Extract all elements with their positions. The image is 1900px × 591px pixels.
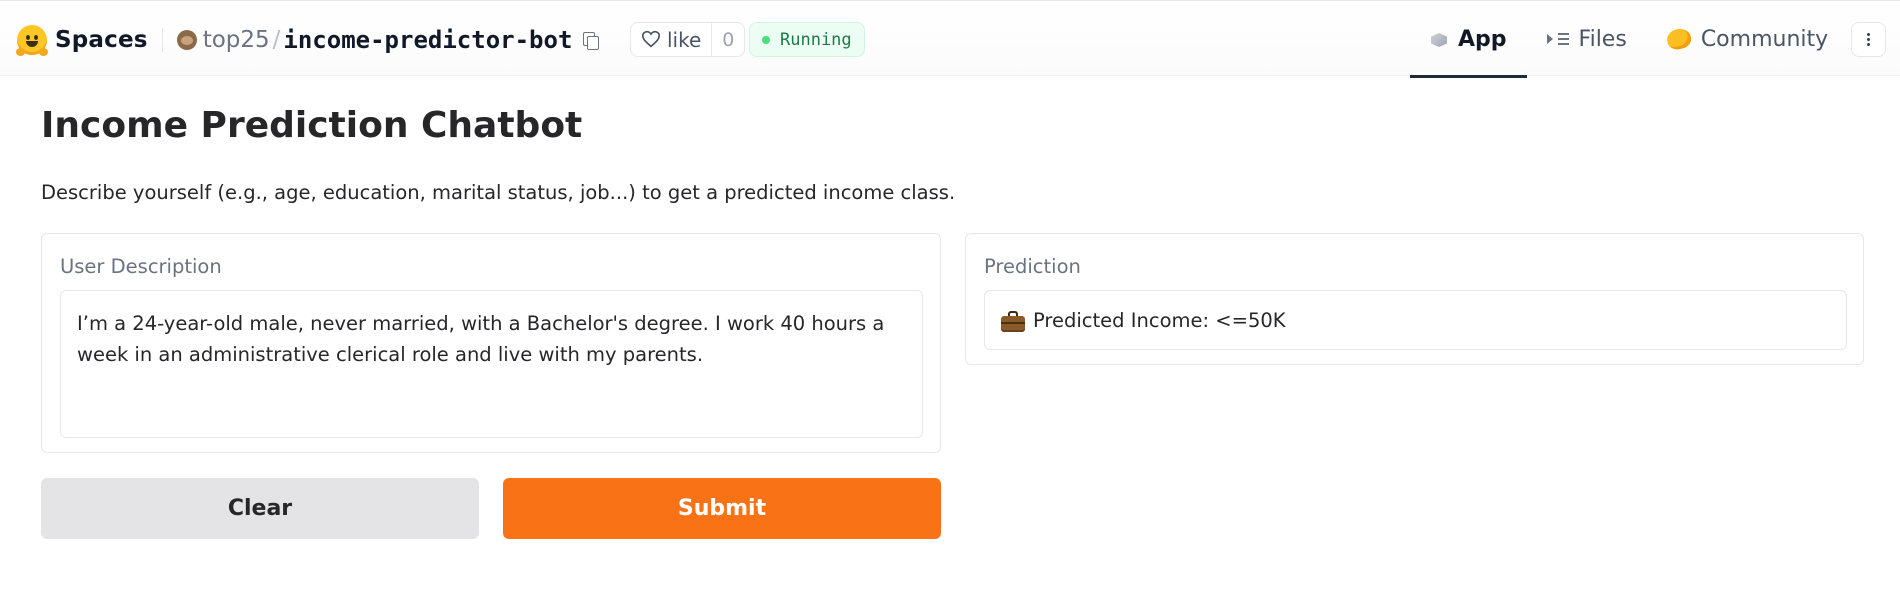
status-badge[interactable]: Running <box>749 22 865 57</box>
owner-link[interactable]: top25 <box>203 27 270 53</box>
top-navbar: Spaces top25 / income-predictor-bot like… <box>0 0 1900 78</box>
like-count[interactable]: 0 <box>712 23 744 56</box>
prediction-text: Predicted Income: <=50K <box>1033 308 1286 332</box>
tab-files-label: Files <box>1578 26 1627 52</box>
cube-icon <box>1430 30 1448 48</box>
files-icon <box>1546 31 1569 47</box>
tab-app-label: App <box>1458 26 1507 52</box>
page-description: Describe yourself (e.g., age, education,… <box>41 181 956 204</box>
breadcrumb-separator: / <box>272 27 281 53</box>
more-options-button[interactable] <box>1851 22 1886 57</box>
submit-button[interactable]: Submit <box>503 478 941 539</box>
tab-files[interactable]: Files <box>1527 1 1647 77</box>
space-tabs: App Files Community <box>1410 1 1848 78</box>
heart-icon <box>641 30 663 50</box>
user-description-input[interactable]: I’m a 24-year-old male, never married, w… <box>60 290 923 438</box>
prediction-label: Prediction <box>984 255 1081 278</box>
divider <box>161 28 163 52</box>
like-label: like <box>667 27 702 52</box>
tab-community[interactable]: Community <box>1647 1 1848 77</box>
like-button-group: like 0 <box>630 22 746 57</box>
user-description-panel: User Description I’m a 24-year-old male,… <box>41 233 941 453</box>
clear-button[interactable]: Clear <box>41 478 479 539</box>
tab-app[interactable]: App <box>1410 1 1527 78</box>
status-dot-icon <box>762 35 770 44</box>
page-title: Income Prediction Chatbot <box>41 105 583 146</box>
status-text: Running <box>780 29 852 50</box>
tab-community-label: Community <box>1700 26 1829 52</box>
hugging-face-logo-icon[interactable] <box>16 25 48 56</box>
owner-avatar[interactable] <box>176 30 197 50</box>
repo-name-link[interactable]: income-predictor-bot <box>283 26 572 54</box>
community-icon <box>1664 26 1693 52</box>
copy-icon[interactable] <box>580 30 600 50</box>
breadcrumb: Spaces top25 / income-predictor-bot <box>16 25 600 56</box>
briefcase-icon <box>1001 311 1025 332</box>
prediction-panel: Prediction Predicted Income: <=50K <box>965 233 1864 365</box>
spaces-link[interactable]: Spaces <box>55 27 148 53</box>
user-description-label: User Description <box>60 255 222 278</box>
more-vertical-icon <box>1867 33 1870 36</box>
prediction-output[interactable]: Predicted Income: <=50K <box>984 290 1847 350</box>
like-button[interactable]: like <box>631 23 713 56</box>
